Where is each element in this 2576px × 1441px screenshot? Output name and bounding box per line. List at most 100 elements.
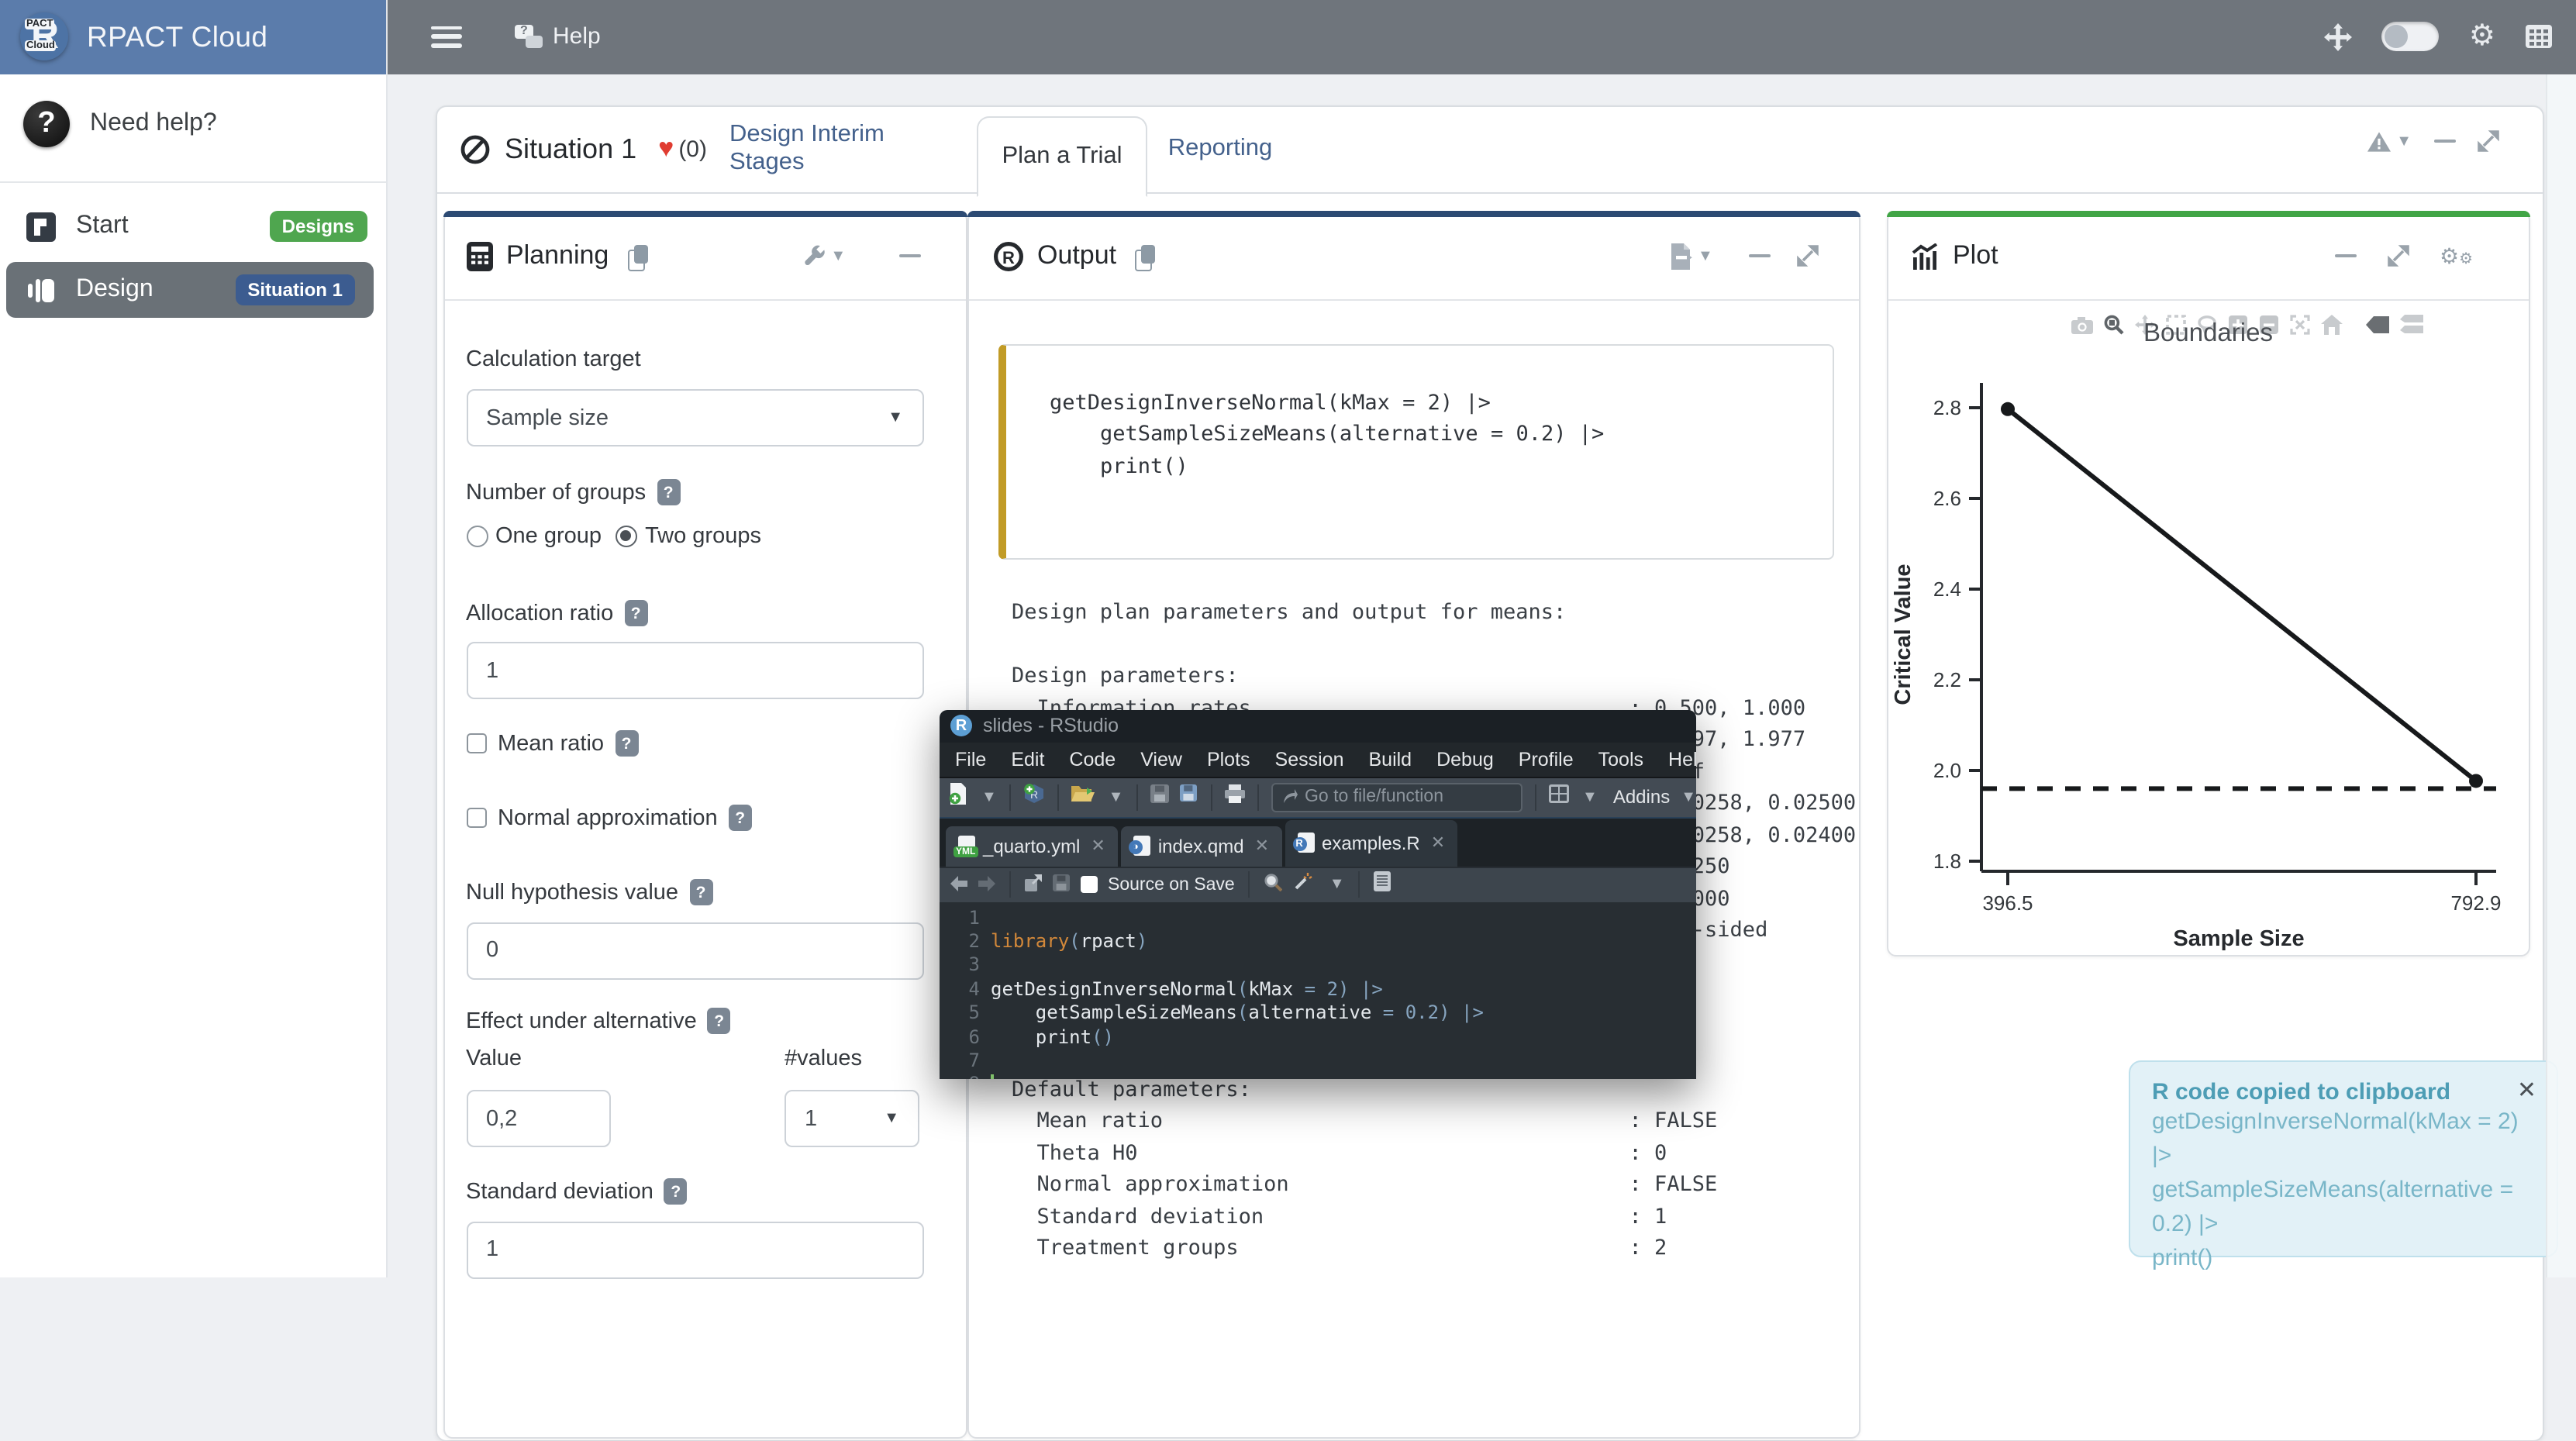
menu-help[interactable]: Help xyxy=(1668,748,1696,770)
code-line[interactable]: getSampleSizeMeans(alternative = 0.2) |> xyxy=(991,1001,1484,1026)
menu-debug[interactable]: Debug xyxy=(1436,748,1494,770)
theme-toggle[interactable] xyxy=(2382,22,2440,52)
help-badge-icon[interactable]: ? xyxy=(689,879,712,905)
menu-edit[interactable]: Edit xyxy=(1011,748,1044,770)
expand-output-icon[interactable] xyxy=(1797,245,1819,267)
find-replace-icon[interactable] xyxy=(1264,870,1283,898)
calculation-target-select[interactable]: Sample size ▼ xyxy=(466,389,923,446)
source-on-save-checkbox[interactable] xyxy=(1081,877,1097,893)
help-badge-icon[interactable]: ? xyxy=(657,479,680,505)
radio-two-groups[interactable] xyxy=(616,526,637,547)
code-line[interactable] xyxy=(991,954,1484,978)
radio-one-group[interactable] xyxy=(466,526,488,547)
page-scrollbar[interactable] xyxy=(2545,74,2576,1277)
collapse-planning-icon[interactable] xyxy=(898,254,920,258)
compile-report-icon[interactable] xyxy=(1374,870,1391,898)
tab-design-interim-stages[interactable]: Design Interim Stages xyxy=(729,106,956,191)
save-icon[interactable] xyxy=(1150,783,1168,811)
sidebar-item-start[interactable]: Start Designs xyxy=(0,198,385,254)
menu-profile[interactable]: Profile xyxy=(1519,748,1574,770)
apps-grid-icon[interactable] xyxy=(2525,26,2551,49)
help-badge-icon[interactable]: ? xyxy=(729,805,752,831)
menu-session[interactable]: Session xyxy=(1275,748,1344,770)
panes-grid-icon[interactable] xyxy=(1548,783,1568,811)
chevron-down-icon[interactable]: ▼ xyxy=(981,788,997,805)
close-tab-icon[interactable]: ✕ xyxy=(1431,833,1445,853)
null-hypothesis-input[interactable]: 0 xyxy=(466,922,923,979)
menu-file[interactable]: File xyxy=(955,748,986,770)
menu-build[interactable]: Build xyxy=(1369,748,1412,770)
copy-icon[interactable] xyxy=(627,244,647,267)
help-badge-icon[interactable]: ? xyxy=(615,730,638,757)
sidebar-item-need-help[interactable]: ? Need help? xyxy=(0,93,385,155)
chevron-down-icon[interactable]: ▼ xyxy=(1109,788,1124,805)
chevron-down-icon[interactable]: ▼ xyxy=(1329,876,1345,893)
r-code-block[interactable]: getDesignInverseNormal(kMax = 2) |> getS… xyxy=(998,343,1833,559)
expand-plot-icon[interactable] xyxy=(2387,245,2409,267)
code-line[interactable]: getDesignInverseNormal(kMax = 2) |> xyxy=(991,977,1484,1001)
help-badge-icon[interactable]: ? xyxy=(664,1178,688,1205)
menu-tools[interactable]: Tools xyxy=(1598,748,1643,770)
chevron-down-icon[interactable]: ▼ xyxy=(1582,788,1598,805)
sidebar-toggle-icon[interactable] xyxy=(430,26,461,48)
code-line[interactable] xyxy=(991,906,1484,930)
close-toast-icon[interactable]: ✕ xyxy=(2517,1076,2536,1104)
menu-plots[interactable]: Plots xyxy=(1207,748,1250,770)
settings-gear-icon[interactable]: ⚙ xyxy=(2469,19,2495,55)
menu-code[interactable]: Code xyxy=(1069,748,1116,770)
groups-radio-group: One group Two groups xyxy=(466,524,761,549)
help-badge-icon[interactable]: ? xyxy=(708,1008,731,1034)
plot-settings-gears-icon[interactable]: ⚙⚙ xyxy=(2440,243,2473,269)
forward-icon[interactable] xyxy=(978,870,995,898)
open-file-icon[interactable] xyxy=(1071,783,1095,811)
code-tools-wand-icon[interactable] xyxy=(1294,870,1314,898)
normal-approximation-checkbox[interactable] xyxy=(466,808,487,829)
fullscreen-icon[interactable] xyxy=(2325,23,2353,51)
rstudio-window[interactable]: R slides - RStudio File Edit Code View Plots… xyxy=(940,709,1696,1079)
close-tab-icon[interactable]: ✕ xyxy=(1255,836,1269,856)
heart-icon[interactable]: ♥ xyxy=(658,133,674,164)
copy-icon[interactable] xyxy=(1135,244,1155,267)
allocation-ratio-input[interactable]: 1 xyxy=(466,642,923,699)
tab-plan-a-trial[interactable]: Plan a Trial xyxy=(977,115,1147,196)
close-tab-icon[interactable]: ✕ xyxy=(1091,836,1105,856)
new-file-icon[interactable] xyxy=(949,782,967,812)
code-line[interactable] xyxy=(991,1074,1484,1079)
tab-reporting[interactable]: Reporting xyxy=(1169,106,1271,191)
tab-row: Situation 1 ♥ (0) Design Interim Stages … xyxy=(436,106,2542,193)
mean-ratio-checkbox[interactable] xyxy=(466,733,487,754)
collapse-output-icon[interactable] xyxy=(1749,254,1771,258)
editor-code[interactable]: library(rpact) getDesignInverseNormal(kM… xyxy=(991,901,1484,1079)
editor-tab-index-qmd[interactable]: ◑ index.qmd✕ xyxy=(1121,826,1281,866)
addins-menu[interactable]: Addins ▼ xyxy=(1613,786,1696,808)
code-line[interactable] xyxy=(991,1050,1484,1074)
rstudio-titlebar[interactable]: R slides - RStudio xyxy=(940,709,1696,742)
warnings-dropdown[interactable]: ▼ xyxy=(2365,129,2412,153)
rstudio-editor[interactable]: 12345678 library(rpact) getDesignInverse… xyxy=(940,901,1696,1079)
collapse-plot-icon[interactable] xyxy=(2334,254,2356,258)
collapse-card-icon[interactable] xyxy=(2433,140,2455,143)
print-icon[interactable] xyxy=(1224,783,1244,811)
new-project-icon[interactable]: R xyxy=(1023,782,1045,812)
goto-file-function-input[interactable]: Go to file/function xyxy=(1271,782,1522,812)
rpact-logo-icon[interactable]: R PACT Cloud xyxy=(20,13,68,61)
sidebar-item-design[interactable]: Design Situation 1 xyxy=(6,262,374,318)
help-badge-icon[interactable]: ? xyxy=(624,600,647,626)
back-icon[interactable] xyxy=(950,870,967,898)
help-menu[interactable]: Help xyxy=(514,24,601,50)
code-line[interactable]: print() xyxy=(991,1026,1484,1050)
planning-tools-dropdown[interactable]: ▼ xyxy=(802,244,846,267)
boundaries-chart[interactable]: 1.82.02.22.42.62.8396.5792.9Sample SizeC… xyxy=(1888,321,2528,955)
standard-deviation-input[interactable]: 1 xyxy=(466,1221,923,1278)
code-line[interactable]: library(rpact) xyxy=(991,930,1484,954)
save-all-icon[interactable] xyxy=(1178,783,1198,811)
menu-view[interactable]: View xyxy=(1140,748,1182,770)
expand-card-icon[interactable] xyxy=(2477,130,2498,152)
save-icon[interactable] xyxy=(1053,870,1070,898)
popout-icon[interactable] xyxy=(1025,870,1042,898)
editor-tab-quarto-yml[interactable]: YML _quarto.yml✕ xyxy=(946,826,1118,866)
effect-value-input[interactable]: 0,2 xyxy=(466,1090,610,1147)
export-dropdown[interactable]: ▼ xyxy=(1670,243,1713,269)
editor-tab-examples-r[interactable]: R examples.R✕ xyxy=(1285,819,1457,866)
num-values-select[interactable]: 1 ▼ xyxy=(785,1090,919,1147)
